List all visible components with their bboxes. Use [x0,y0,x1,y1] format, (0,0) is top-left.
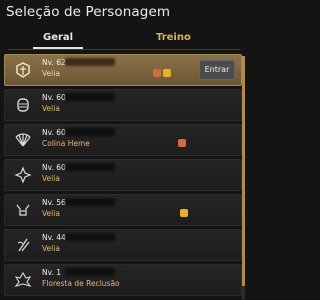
warrior-helmet-icon [16,62,30,78]
fan-icon [15,133,31,147]
character-location: Colina Heme [42,139,90,148]
character-location: Velia [42,209,60,218]
character-name-redacted [65,268,115,276]
character-row[interactable]: Nv. 62 Velia Entrar [4,54,242,86]
character-level: Nv. 60 [42,93,66,102]
character-level: Nv. 44 [42,233,66,242]
character-location: Velia [42,104,60,113]
character-location: Floresta de Reclusão [42,279,120,288]
character-name-redacted [65,58,115,66]
tab-treino[interactable]: Treino [156,32,191,43]
boss-icon [153,69,161,77]
tab-divider [8,49,240,50]
character-level: Nv. 60 [42,163,66,172]
crest-icon [14,271,32,287]
lahn-icon [17,238,30,252]
character-location: Velia [42,244,60,253]
tab-geral[interactable]: Geral [43,32,73,43]
character-name-redacted [65,128,115,136]
character-level: Nv. 60 [42,128,66,137]
character-row[interactable]: Nv. 1 Floresta de Reclusão [4,264,242,296]
horned-helm-icon [16,204,30,216]
window-title: Seleção de Personagem [6,4,171,20]
character-row[interactable]: Nv. 60 Colina Heme [4,124,242,156]
gold-icon [163,69,171,77]
character-location: Velia [42,174,60,183]
character-level: Nv. 62 [42,58,66,67]
character-level: Nv. 1 [42,268,62,277]
character-name-redacted [65,198,115,206]
enter-button[interactable]: Entrar [199,60,235,80]
gold-icon [180,209,188,217]
boss-icon [178,139,186,147]
character-row[interactable]: Nv. 60 Velia [4,89,242,121]
character-name-redacted [65,93,115,101]
tab-bar: Geral Treino [0,30,248,52]
character-location: Velia [42,69,60,78]
knight-helm-icon [17,98,29,112]
character-name-redacted [65,163,115,171]
character-name-redacted [65,233,115,241]
sorceress-icon [14,166,32,184]
character-row[interactable]: Nv. 56 Velia [4,194,242,226]
scrollbar-thumb[interactable] [242,56,245,286]
character-row[interactable]: Nv. 44 Velia [4,229,242,261]
character-row[interactable]: Nv. 60 Velia [4,159,242,191]
character-level: Nv. 56 [42,198,66,207]
